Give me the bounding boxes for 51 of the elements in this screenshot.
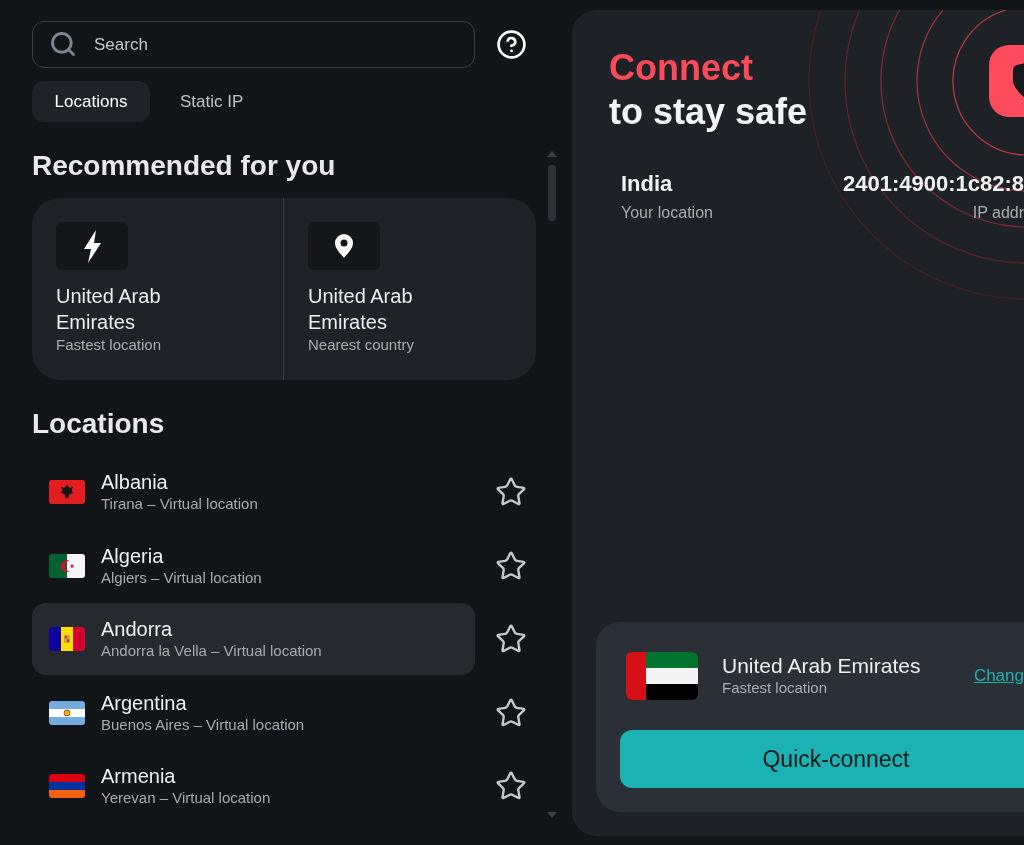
scrollbar-thumb[interactable]	[548, 165, 556, 221]
city-detail: Algiers – Virtual location	[101, 567, 262, 588]
algeria-flag-icon	[49, 553, 85, 578]
location-row[interactable]: Argentina Buenos Aires – Virtual location	[32, 676, 475, 749]
status-value: 2401:4900:1c82:8	[842, 171, 1024, 197]
status-label: IP addr	[972, 203, 1024, 223]
section-heading: Locations	[32, 407, 165, 441]
country-name: Algeria	[101, 543, 164, 568]
star-icon[interactable]	[495, 549, 527, 582]
location-caption: Fastest location	[722, 678, 828, 697]
lightning-bolt-icon	[56, 222, 128, 270]
tab[interactable]: Static IP	[162, 81, 262, 122]
search-field[interactable]: Search	[32, 21, 475, 68]
country-name: Argentina	[101, 690, 187, 715]
status-value: India	[621, 171, 673, 197]
map-pin-icon	[308, 222, 380, 270]
city-detail: Andorra la Vella – Virtual location	[101, 641, 322, 661]
country-name: Albania	[101, 470, 168, 494]
city-detail: Buenos Aires – Virtual location	[101, 714, 305, 735]
location-row[interactable]: Armenia Yerevan – Virtual location	[32, 750, 475, 822]
connect-heading: Connect	[609, 46, 753, 90]
argentina-flag-icon	[49, 700, 85, 725]
star-icon[interactable]	[495, 696, 527, 729]
armenia-flag-icon	[49, 774, 85, 798]
section-heading: Recommended for you	[32, 149, 336, 183]
connect-subheading: to stay safe	[609, 90, 808, 134]
location-caption: Fastest location	[56, 336, 162, 354]
uae-flag-icon	[626, 652, 698, 700]
shield-logo-icon[interactable]	[989, 45, 1024, 117]
andorra-flag-icon	[49, 627, 85, 651]
tab[interactable]: Locations	[32, 81, 150, 122]
location-caption: Nearest country	[308, 336, 414, 354]
star-icon[interactable]	[495, 476, 527, 508]
location-row[interactable]: Algeria Algiers – Virtual location	[32, 529, 475, 602]
albania-flag-icon	[49, 480, 85, 504]
location-name: United Arab Emirates	[308, 284, 414, 335]
city-detail: Tirana – Virtual location	[101, 494, 258, 514]
help-icon[interactable]	[496, 29, 527, 60]
location-row[interactable]: Albania Tirana – Virtual location	[32, 456, 475, 528]
change-link[interactable]: Chang	[973, 665, 1024, 687]
star-icon[interactable]	[495, 623, 527, 655]
country-name: Armenia	[101, 764, 176, 788]
location-row[interactable]: Andorra Andorra la Vella – Virtual location	[32, 603, 475, 675]
location-name: United Arab Emirates	[56, 284, 162, 335]
country-name: Andorra	[101, 617, 173, 641]
status-label: Your location	[621, 203, 713, 223]
country-name: United Arab Emirates	[722, 653, 921, 678]
star-icon[interactable]	[495, 770, 527, 802]
quick-connect-button[interactable]: Quick-connect	[620, 730, 1024, 788]
city-detail: Yerevan – Virtual location	[101, 788, 271, 808]
search-icon	[49, 30, 77, 58]
